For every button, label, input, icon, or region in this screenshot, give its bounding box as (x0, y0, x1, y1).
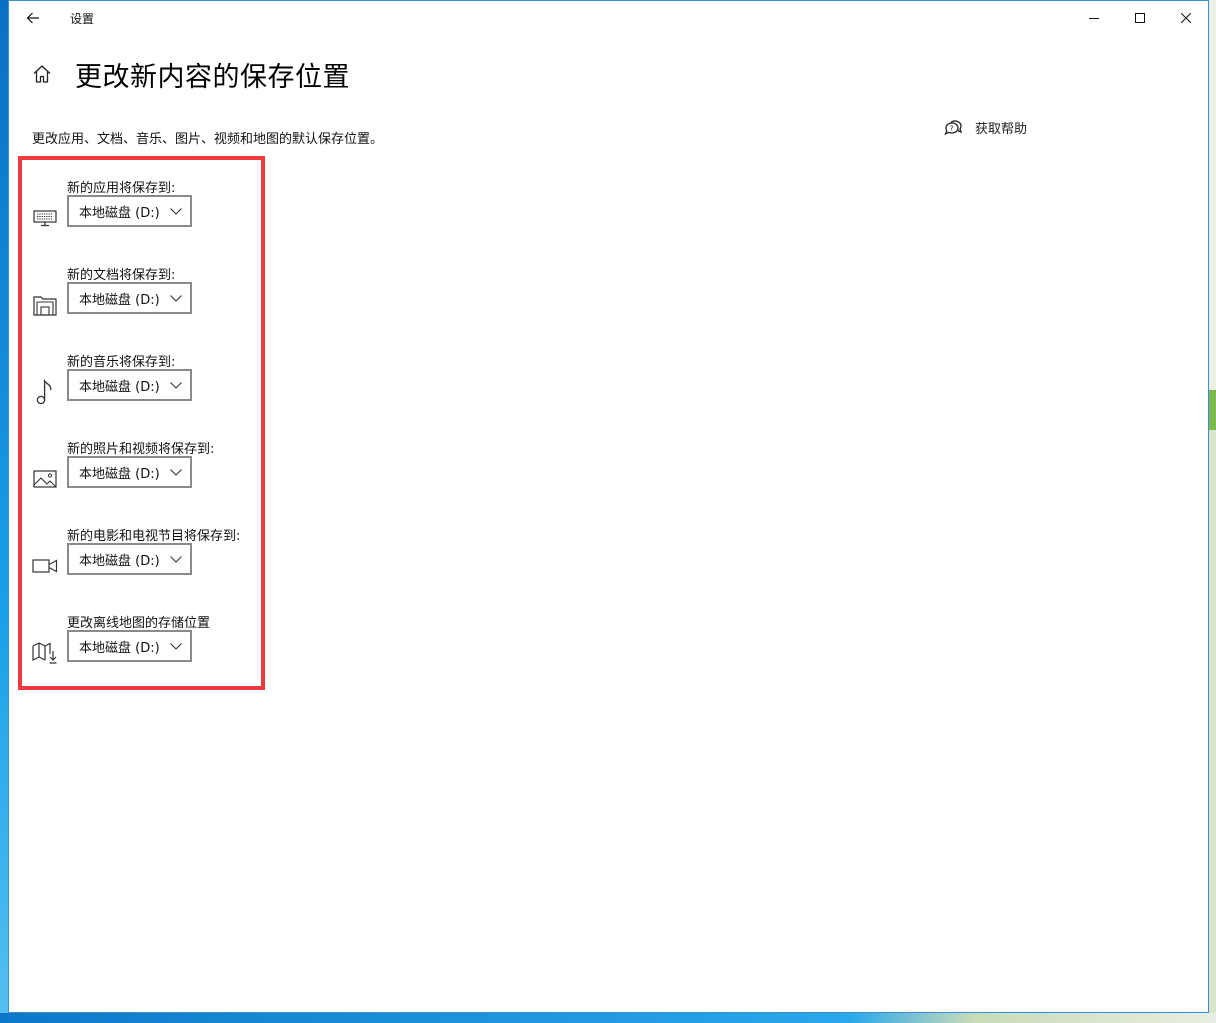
save-location-dropdown[interactable]: 本地磁盘 (D:) (67, 630, 192, 662)
chevron-down-icon (170, 381, 182, 389)
maximize-icon (1135, 13, 1145, 23)
save-location-dropdown[interactable]: 本地磁盘 (D:) (67, 456, 192, 488)
page-description: 更改应用、文档、音乐、图片、视频和地图的默认保存位置。 (32, 132, 384, 147)
music-note-icon (31, 378, 59, 406)
minimize-icon (1089, 18, 1099, 19)
dropdown-value: 本地磁盘 (D:) (79, 292, 160, 308)
setting-label: 新的音乐将保存到: (67, 355, 176, 370)
app-title: 设置 (70, 12, 95, 26)
video-camera-icon (31, 552, 59, 580)
setting-label: 新的文档将保存到: (67, 268, 176, 283)
save-location-dropdown[interactable]: 本地磁盘 (D:) (67, 369, 192, 401)
setting-label: 新的照片和视频将保存到: (67, 442, 215, 457)
chevron-down-icon (170, 294, 182, 302)
document-folder-icon (31, 291, 59, 319)
desktop-background-left (0, 0, 8, 1023)
get-help-link[interactable]: ? 获取帮助 (943, 118, 1027, 137)
svg-text:?: ? (950, 124, 954, 132)
desktop-background-right (1209, 0, 1216, 1023)
title-bar: 设置 (9, 1, 1208, 35)
setting-label: 更改离线地图的存储位置 (67, 616, 211, 631)
chevron-down-icon (170, 468, 182, 476)
home-icon (33, 65, 51, 83)
picture-icon (31, 465, 59, 493)
save-location-dropdown[interactable]: 本地磁盘 (D:) (67, 282, 192, 314)
chevron-down-icon (170, 207, 182, 215)
map-download-icon (31, 639, 59, 667)
highlight-box (18, 156, 265, 690)
monitor-keyboard-icon (31, 204, 59, 232)
dropdown-value: 本地磁盘 (D:) (79, 205, 160, 221)
save-location-dropdown[interactable]: 本地磁盘 (D:) (67, 195, 192, 227)
dropdown-value: 本地磁盘 (D:) (79, 640, 160, 656)
save-location-dropdown[interactable]: 本地磁盘 (D:) (67, 543, 192, 575)
setting-label: 新的应用将保存到: (67, 181, 176, 196)
close-icon (1181, 13, 1191, 23)
setting-label: 新的电影和电视节目将保存到: (67, 529, 241, 544)
dropdown-value: 本地磁盘 (D:) (79, 379, 160, 395)
dropdown-value: 本地磁盘 (D:) (79, 466, 160, 482)
chevron-down-icon (170, 642, 182, 650)
page-title: 更改新内容的保存位置 (75, 62, 350, 93)
back-button[interactable] (21, 7, 45, 29)
desktop-background-bottom (0, 1013, 1216, 1023)
close-button[interactable] (1163, 1, 1209, 35)
help-chat-icon: ? (944, 119, 963, 135)
get-help-label: 获取帮助 (975, 122, 1028, 137)
home-button[interactable] (31, 63, 53, 85)
maximize-button[interactable] (1117, 1, 1163, 35)
settings-window: 设置 更改新内容的保存位置 更改应用、文档、音乐、图片、视频和地图的默认保存位置… (8, 0, 1209, 1013)
back-arrow-icon (26, 12, 39, 24)
chevron-down-icon (170, 555, 182, 563)
dropdown-value: 本地磁盘 (D:) (79, 553, 160, 569)
minimize-button[interactable] (1071, 1, 1117, 35)
